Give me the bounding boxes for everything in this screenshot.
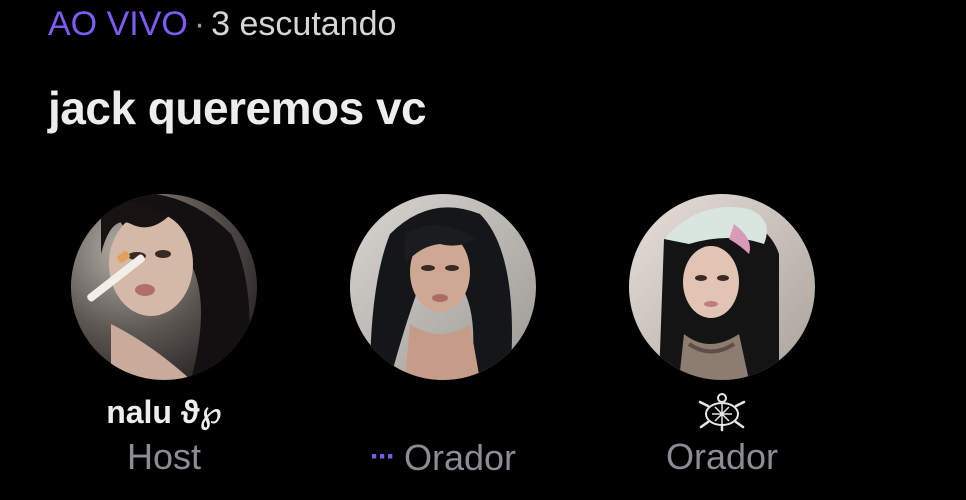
space-title: jack queremos vc: [48, 82, 427, 134]
host-role: Host: [126, 436, 202, 477]
live-badge: AO VIVO: [48, 5, 188, 43]
host-avatar[interactable]: [71, 194, 257, 380]
speaker-2-avatar[interactable]: [629, 194, 815, 380]
turtle-icon: [698, 393, 746, 432]
listener-count[interactable]: 3 escutando: [211, 5, 396, 43]
speaker-1-role: ··· Orador: [290, 437, 596, 478]
speaker-1-role-label: Orador: [403, 437, 517, 478]
status-separator: ·: [193, 5, 206, 43]
speaker-2-role: Orador: [665, 436, 779, 477]
host-name: nalu ϑ℘: [106, 394, 222, 430]
speaking-indicator: ···: [369, 440, 396, 473]
speaker-1-avatar[interactable]: [350, 194, 536, 380]
space-screen: AO VIVO · 3 escutando jack queremos vc n…: [0, 0, 966, 500]
space-status: AO VIVO · 3 escutando: [48, 2, 396, 46]
